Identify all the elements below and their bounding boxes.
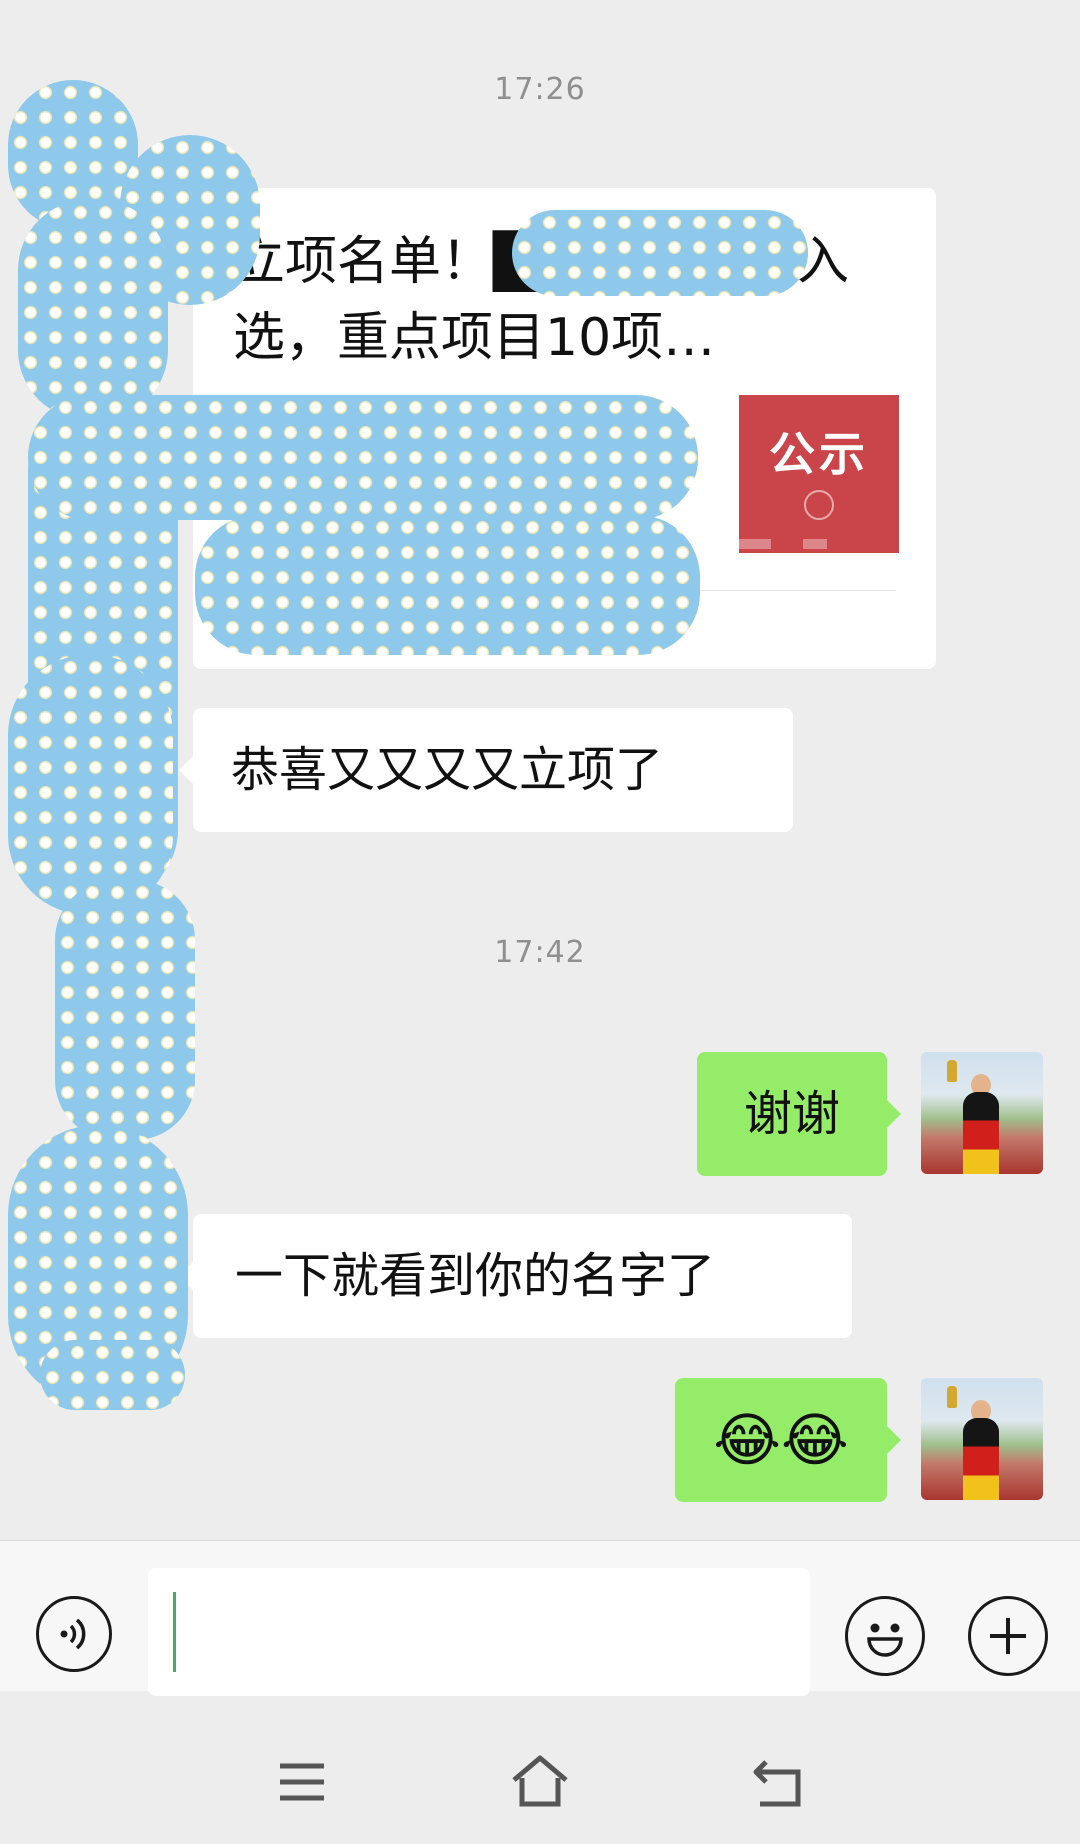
thumbnail-footer bbox=[739, 539, 899, 549]
back-button[interactable] bbox=[748, 1752, 808, 1812]
my-avatar[interactable] bbox=[921, 1378, 1043, 1500]
thumbnail-text: 公示 bbox=[769, 427, 869, 481]
menu-icon bbox=[280, 1763, 324, 1801]
trophy-icon bbox=[947, 1386, 957, 1408]
message-text: 恭喜又又又又立项了 bbox=[231, 742, 664, 798]
message-text: 一下就看到你的名字了 bbox=[235, 1248, 716, 1304]
more-button[interactable] bbox=[968, 1596, 1048, 1676]
message-bubble-incoming[interactable]: 一下就看到你的名字了 bbox=[179, 1214, 852, 1338]
article-thumbnail: 公示 bbox=[739, 395, 899, 553]
plus-icon bbox=[990, 1618, 1026, 1654]
voice-button[interactable] bbox=[36, 1596, 112, 1672]
avatar-figure-body bbox=[963, 1418, 999, 1500]
message-emoji: 😂😂 bbox=[713, 1406, 849, 1474]
back-icon bbox=[753, 1760, 801, 1807]
my-avatar[interactable] bbox=[921, 1052, 1043, 1174]
thumbnail-emblem-icon bbox=[804, 490, 834, 520]
voice-icon bbox=[60, 1618, 86, 1650]
message-input[interactable] bbox=[148, 1568, 810, 1696]
message-text: 谢谢 bbox=[743, 1086, 840, 1142]
timestamp: 17:26 bbox=[494, 72, 586, 107]
trophy-icon bbox=[947, 1060, 957, 1082]
emoji-icon bbox=[867, 1623, 903, 1657]
message-bubble-outgoing[interactable]: 谢谢 bbox=[697, 1052, 901, 1176]
home-button[interactable] bbox=[508, 1752, 572, 1812]
emoji-button[interactable] bbox=[845, 1596, 925, 1676]
avatar-figure-body bbox=[963, 1092, 999, 1174]
recent-apps-button[interactable] bbox=[272, 1752, 332, 1812]
message-bubble-outgoing[interactable]: 😂😂 bbox=[675, 1378, 901, 1502]
home-icon bbox=[512, 1755, 568, 1807]
text-cursor bbox=[173, 1592, 176, 1672]
message-bubble-incoming[interactable]: 恭喜又又又又立项了 bbox=[179, 708, 793, 832]
